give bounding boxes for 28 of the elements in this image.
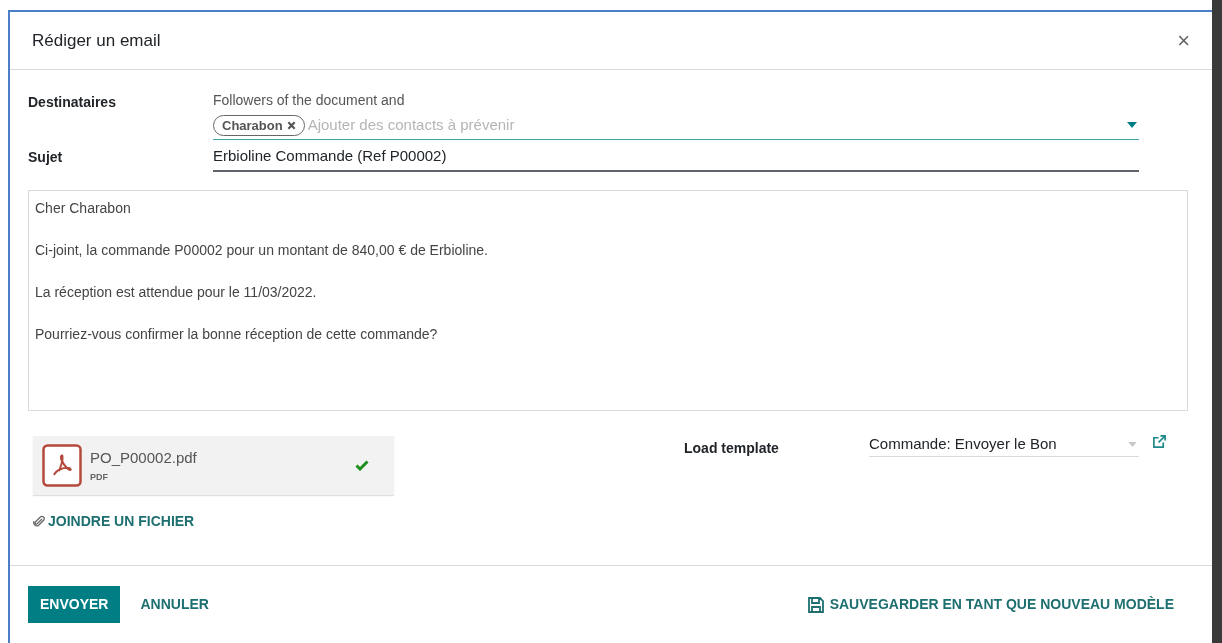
message-paragraph: Pourriez-vous confirmer la bonne réception de cette commande? xyxy=(35,325,439,343)
dialog-title: Rédiger un email xyxy=(32,29,161,52)
save-template-button[interactable]: SAUVEGARDER EN TANT QUE NOUVEAU MODÈLE xyxy=(806,594,1174,615)
dropdown-caret-icon xyxy=(1128,442,1137,447)
send-button[interactable]: ENVOYER xyxy=(28,586,121,623)
message-paragraph: Ci-joint, la commande P00002 pour un montant de 840,00 € de Erbioline. xyxy=(35,241,489,259)
dropdown-caret-icon[interactable] xyxy=(1127,122,1137,129)
message-paragraph: Cher Charabon xyxy=(35,199,132,217)
external-link-icon[interactable] xyxy=(1152,434,1167,449)
paperclip-icon xyxy=(33,515,45,528)
pdf-file-icon xyxy=(42,444,82,487)
field-label: Sujet xyxy=(28,147,64,167)
remove-icon[interactable] xyxy=(286,120,296,130)
subject-field[interactable]: Erbioline Commande (Ref P00002) xyxy=(213,144,1139,172)
cancel-button[interactable]: ANNULER xyxy=(128,586,221,623)
attach-file-link[interactable]: JOINDRE UN FICHIER xyxy=(33,511,195,532)
message-paragraph: La réception est attendue pour le 11/03/2022. xyxy=(35,283,318,301)
template-select[interactable]: Commande: Envoyer le Bon xyxy=(869,433,1139,457)
contact-input[interactable]: Ajouter des contacts à prévenir xyxy=(307,114,1124,137)
message-editor[interactable]: Cher Charabon Ci-joint, la commande P00002 pour un montant de 840,00 € de Erbioline. La réception est attendue pour le 11/03/2022. Pourriez-vous confirmer la bonne réception de cette commande? xyxy=(28,190,1188,411)
field-label: Destinataires xyxy=(28,93,117,112)
field-label: Load template xyxy=(684,439,780,458)
recipients-field[interactable]: Charabon Ajouter des contacts à prévenir xyxy=(213,114,1139,140)
attachment-type: PDF xyxy=(90,471,109,484)
attachment-card[interactable]: PO_P00002.pdf PDF xyxy=(33,436,394,495)
attachment-name: PO_P00002.pdf xyxy=(90,447,198,468)
close-button[interactable]: × xyxy=(1177,29,1190,52)
recipients-note: Followers of the document and xyxy=(213,91,406,110)
